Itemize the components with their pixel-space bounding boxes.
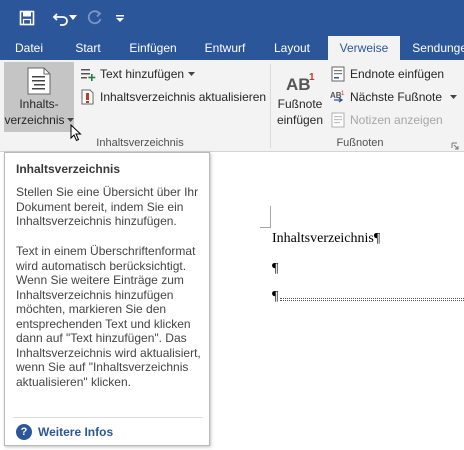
next-footnote-icon: AB 1 [330, 91, 345, 103]
document-heading[interactable]: Inhaltsverzeichnis¶ [272, 231, 380, 247]
chevron-down-icon [188, 71, 196, 76]
svg-text:1: 1 [341, 91, 345, 97]
svg-text:1: 1 [309, 72, 315, 83]
save-icon[interactable] [14, 6, 40, 30]
margin-corner-mark [260, 206, 271, 228]
footnotes-group-label: Fußnoten [336, 137, 384, 149]
chevron-down-icon [66, 117, 74, 122]
tab-layout[interactable]: Layout [264, 36, 320, 60]
tab-start[interactable]: Start [64, 36, 112, 60]
toc-placeholder-line [280, 298, 464, 301]
more-info-label: Weitere Infos [38, 425, 114, 439]
insert-footnote-label-line2: einfügen [276, 113, 324, 127]
group-separator [270, 64, 271, 148]
redo-icon[interactable] [82, 6, 108, 30]
customize-qat-icon[interactable] [112, 6, 128, 30]
tab-datei[interactable]: Datei [8, 36, 50, 60]
show-notes-label: Notizen anzeigen [350, 113, 443, 127]
update-table-label: Inhaltsverzeichnis aktualisieren [100, 90, 267, 104]
next-footnote-button[interactable]: AB 1 Nächste Fußnote [330, 87, 458, 107]
insert-endnote-button[interactable]: Endnote einfügen [330, 64, 444, 84]
undo-dropdown-icon[interactable] [66, 6, 80, 30]
dialog-launcher-icon[interactable] [451, 139, 459, 153]
add-text-label: Text hinzufügen [100, 67, 185, 81]
svg-text:AB: AB [286, 75, 311, 93]
toc-group-label: Inhaltsverzeichnis [96, 137, 184, 149]
next-footnote-label: Nächste Fußnote [350, 90, 443, 104]
insert-footnote-button[interactable]: AB 1 Fußnote einfügen [274, 62, 326, 134]
footnote-icon: AB 1 [274, 62, 326, 96]
ribbon-tab-strip: Datei Start Einfügen Entwurf Layout Verw… [0, 36, 464, 61]
tooltip-title: Inhaltsverzeichnis [16, 162, 121, 176]
update-table-icon [81, 89, 94, 105]
tooltip-separator [13, 417, 203, 418]
endnote-icon [331, 66, 345, 82]
toc-button-label-line1: Inhalts- [19, 97, 59, 111]
document-paragraph-mark[interactable]: ¶ [272, 261, 278, 277]
help-icon: ? [16, 424, 32, 440]
insert-footnote-label-line1: Fußnote [277, 97, 323, 111]
tab-verweise[interactable]: Verweise [328, 36, 400, 61]
table-of-contents-button[interactable]: Inhalts- verzeichnis [4, 62, 74, 132]
quick-access-toolbar [0, 0, 464, 36]
tooltip: Inhaltsverzeichnis Stellen Sie eine Über… [4, 152, 210, 446]
tooltip-description: Stellen Sie eine Übersicht über Ihr Doku… [16, 185, 199, 228]
more-info-link[interactable]: ? Weitere Infos [16, 423, 113, 441]
insert-endnote-label: Endnote einfügen [350, 67, 445, 81]
tab-entwurf[interactable]: Entwurf [196, 36, 254, 60]
add-text-button[interactable]: Text hinzufügen [80, 64, 196, 84]
ribbon: Inhalts- verzeichnis Text hinzufügen Inh… [0, 60, 464, 152]
tab-sendungen[interactable]: Sendungen [408, 36, 464, 60]
tooltip-details: Text in einem Überschriftenformat wird a… [16, 244, 201, 389]
table-of-contents-icon [4, 62, 74, 96]
add-text-icon [81, 69, 96, 81]
chevron-down-icon [450, 94, 458, 99]
show-notes-icon [331, 112, 345, 128]
update-table-button[interactable]: Inhaltsverzeichnis aktualisieren [80, 87, 266, 107]
show-notes-button[interactable]: Notizen anzeigen [330, 110, 443, 130]
document-paragraph-mark[interactable]: ¶ [272, 289, 278, 305]
tab-einfuegen[interactable]: Einfügen [122, 36, 184, 60]
toc-button-label-line2: verzeichnis [4, 113, 65, 127]
